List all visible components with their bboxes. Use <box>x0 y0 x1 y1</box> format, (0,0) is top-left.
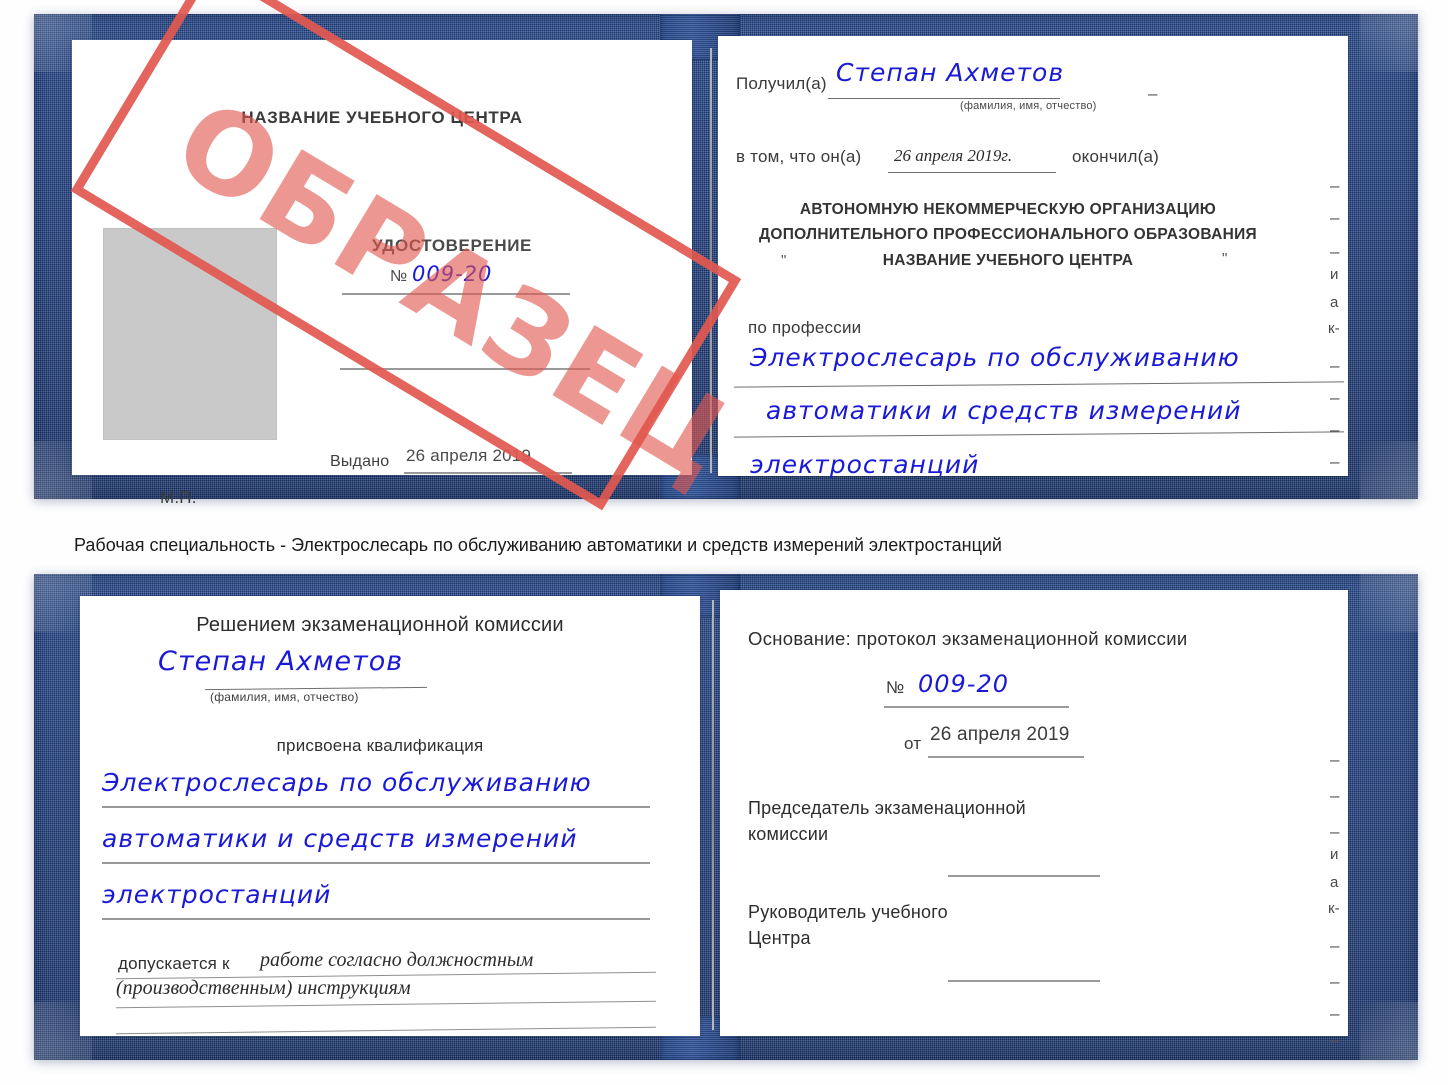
back-right-page: Основание: протокол экзаменационной коми… <box>720 590 1348 1049</box>
admitted-line-1: работе согласно должностным <box>260 949 534 971</box>
holder-name-value: Степан Ахметов <box>158 646 404 677</box>
that-he-label: в том, что он(а) <box>736 147 862 166</box>
profession-line-3: электростанций <box>750 450 980 479</box>
chairman-signature-rule <box>948 875 1100 877</box>
qualification-line-2: автоматики и средств измерений <box>102 824 578 853</box>
back-edge-fragment-5: а <box>1330 874 1339 891</box>
edge-fragment-7: – <box>1330 356 1340 375</box>
back-edge-fragment-10: – <box>1330 1030 1340 1049</box>
protocol-number-symbol: № <box>886 678 905 697</box>
qualification-line-3: электростанций <box>102 880 332 909</box>
edge-fragment-3: – <box>1330 242 1340 261</box>
edge-fragment-5: а <box>1330 294 1339 311</box>
protocol-number-rule <box>884 706 1069 708</box>
admitted-rule-2 <box>116 1000 656 1009</box>
cover2-corner-top-right <box>1360 574 1418 632</box>
back-edge-fragment-8: – <box>1330 972 1340 991</box>
profession-label: по профессии <box>748 318 862 337</box>
from-date-value: 26 апреля 2019 <box>930 724 1070 745</box>
profession-line-1: Электрослесарь по обслуживанию <box>750 343 1240 372</box>
front-right-page: Получил(а) Степан Ахметов (фамилия, имя,… <box>718 36 1348 479</box>
admitted-label: допускается к <box>118 954 230 973</box>
back-edge-fragment-1: – <box>1330 750 1340 769</box>
edge-fragment-2: – <box>1330 208 1340 227</box>
document-type-title: УДОСТОВЕРЕНИЕ <box>371 236 532 255</box>
received-name-rule <box>828 98 1060 99</box>
certificate-number-rule <box>342 293 570 295</box>
back-left-page: Решением экзаменационной комиссии Степан… <box>80 596 700 1036</box>
back-edge-fragment-6: к- <box>1328 900 1340 917</box>
back-edge-fragment-9: – <box>1330 1004 1340 1023</box>
page-caption: Рабочая специальность - Электрослесарь п… <box>74 535 1002 555</box>
organization-line-2: ДОПОЛНИТЕЛЬНОГО ПРОФЕССИОНАЛЬНОГО ОБРАЗО… <box>759 226 1257 243</box>
issued-label: Выдано <box>330 453 390 470</box>
back-gutter-line <box>712 600 714 1030</box>
edge-fragment-8: – <box>1330 388 1340 407</box>
qualification-rule-2 <box>102 862 650 864</box>
finished-label: окончил(а) <box>1072 147 1159 166</box>
edge-fragment-10: – <box>1330 452 1340 471</box>
seal-place-label: М.П. <box>160 488 197 507</box>
edge-fragment-9: – <box>1330 420 1340 439</box>
qualification-rule-1 <box>102 806 650 808</box>
back-edge-fragment-3: – <box>1330 822 1340 841</box>
front-left-page: НАЗВАНИЕ УЧЕБНОГО ЦЕНТРА УДОСТОВЕРЕНИЕ №… <box>72 40 692 507</box>
cover-corner-top-right <box>1360 14 1418 72</box>
organization-line-1: АВТОНОМНУЮ НЕКОММЕРЧЕСКУЮ ОРГАНИЗАЦИЮ <box>799 201 1217 218</box>
edge-fragment-4: и <box>1330 266 1339 283</box>
photo-placeholder <box>103 228 277 440</box>
qualification-line-1: Электрослесарь по обслуживанию <box>102 768 592 797</box>
front-gutter-line <box>710 48 712 473</box>
organization-quote-close: " <box>1222 250 1228 267</box>
back-edge-fragment-7: – <box>1330 936 1340 955</box>
profession-rule-1 <box>734 381 1344 388</box>
from-date-rule <box>928 756 1084 758</box>
holder-name-hint: (фамилия, имя, отчество) <box>210 690 359 704</box>
completion-date-value: 26 апреля 2019г. <box>894 146 1013 165</box>
head-label-line-1: Руководитель учебного <box>748 902 948 922</box>
received-name-value: Степан Ахметов <box>836 58 1065 87</box>
organization-line-3: НАЗВАНИЕ УЧЕБНОГО ЦЕНТРА <box>882 252 1134 269</box>
head-signature-rule <box>948 980 1100 982</box>
protocol-number-value: 009-20 <box>918 670 1010 698</box>
edge-fragment-6: к- <box>1328 320 1340 337</box>
commission-decision-heading: Решением экзаменационной комиссии <box>196 614 564 636</box>
edge-fragment-dash-top: – <box>1148 84 1158 103</box>
edge-fragment-1: – <box>1330 176 1340 195</box>
qualification-rule-3 <box>102 918 650 920</box>
qualification-label: присвоена квалификация <box>276 736 484 755</box>
back-edge-fragment-2: – <box>1330 786 1340 805</box>
chairman-label-line-1: Председатель экзаменационной <box>748 798 1026 818</box>
head-label-line-2: Центра <box>748 928 811 948</box>
cover-corner-bottom-right <box>1360 441 1418 499</box>
front-left-blank-rule <box>340 368 590 370</box>
cover2-corner-bottom-right <box>1360 1002 1418 1060</box>
issued-date-rule <box>404 472 572 474</box>
training-center-title: НАЗВАНИЕ УЧЕБНОГО ЦЕНТРА <box>241 108 523 127</box>
profession-line-2: автоматики и средств измерений <box>766 396 1242 425</box>
admitted-rule-3 <box>116 1026 656 1035</box>
received-label: Получил(а) <box>736 74 827 93</box>
issued-date: 26 апреля 2019 <box>406 446 532 465</box>
back-edge-fragment-4: и <box>1330 846 1339 863</box>
from-label: от <box>904 734 922 753</box>
basis-label: Основание: протокол экзаменационной коми… <box>748 628 1188 649</box>
admitted-line-2: (производственным) инструкциям <box>116 977 411 999</box>
profession-rule-2 <box>734 431 1344 438</box>
chairman-label-line-2: комиссии <box>748 824 829 844</box>
certificate-number-value: 009-20 <box>412 262 493 286</box>
certificate-number-symbol: № <box>390 268 408 285</box>
received-name-hint: (фамилия, имя, отчество) <box>960 100 1097 112</box>
completion-date-rule <box>888 172 1056 173</box>
